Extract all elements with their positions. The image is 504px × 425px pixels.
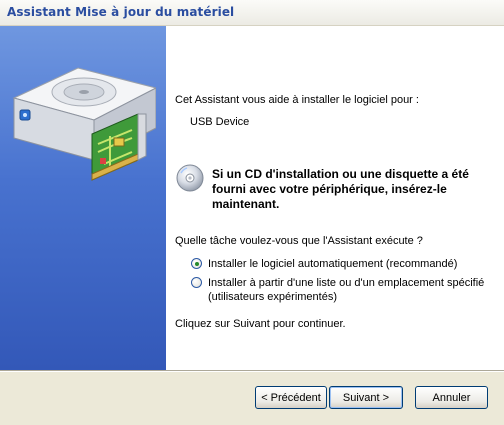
wizard-content: Cet Assistant vous aide à installer le l… (166, 26, 504, 370)
option-automatic-label[interactable]: Installer le logiciel automatiquement (r… (208, 257, 457, 271)
radio-automatic[interactable] (191, 258, 202, 269)
next-button[interactable]: Suivant > (329, 386, 403, 409)
wizard-body: Cet Assistant vous aide à installer le l… (0, 26, 504, 370)
back-button[interactable]: < Précédent (255, 386, 327, 409)
continue-text: Cliquez sur Suivant pour continuer. (175, 318, 346, 330)
wizard-window: Assistant Mise à jour du matériel Cet As… (0, 0, 504, 425)
cd-notice: Si un CD d'installation ou une disquette… (212, 167, 469, 211)
question-text: Quelle tâche voulez-vous que l'Assistant… (175, 235, 423, 247)
device-name: USB Device (190, 116, 250, 128)
option-automatic[interactable]: Installer le logiciel automatiquement (r… (191, 257, 457, 271)
option-from-list-label[interactable]: Installer à partir d'une liste ou d'un e… (208, 276, 484, 304)
option-from-list-line1[interactable]: Installer à partir d'une liste ou d'un e… (208, 277, 484, 289)
window-title: Assistant Mise à jour du matériel (7, 5, 235, 19)
cd-disc-icon (176, 164, 204, 192)
cancel-button[interactable]: Annuler (415, 386, 488, 409)
radio-from-list[interactable] (191, 277, 202, 288)
button-divider (0, 370, 504, 372)
side-banner (0, 26, 166, 370)
option-from-list-line2[interactable]: (utilisateurs expérimentés) (208, 291, 337, 303)
title-bar: Assistant Mise à jour du matériel (0, 0, 504, 26)
intro-text: Cet Assistant vous aide à installer le l… (175, 94, 419, 106)
option-from-list[interactable]: Installer à partir d'une liste ou d'un e… (191, 276, 484, 304)
hardware-device-icon (12, 67, 156, 181)
